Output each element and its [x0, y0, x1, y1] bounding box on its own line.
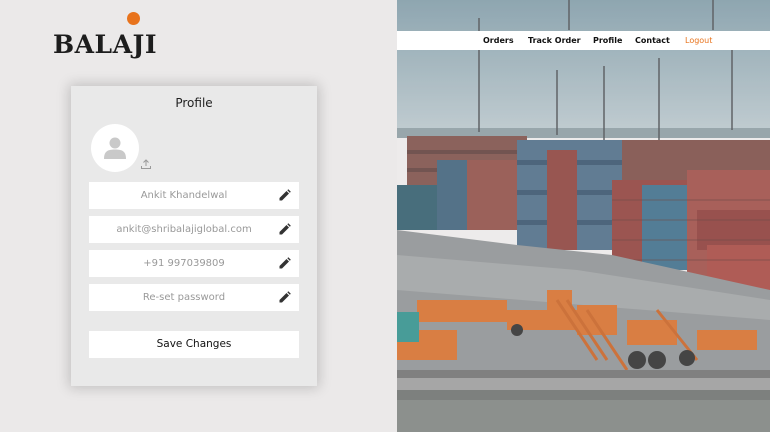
phone-value: +91 997039809 [143, 258, 225, 269]
nav-logout[interactable]: Logout [685, 31, 712, 50]
pencil-icon[interactable] [278, 223, 291, 236]
right-panel: Orders Track Order Profile Contact Logou… [397, 0, 770, 432]
upload-icon[interactable] [140, 158, 152, 170]
nav-contact[interactable]: Contact [635, 31, 670, 50]
user-icon [104, 137, 126, 159]
email-field[interactable]: ankit@shribalajiglobal.com [89, 216, 299, 243]
save-changes-button[interactable]: Save Changes [89, 331, 299, 358]
logo-dot [127, 12, 140, 25]
top-navbar: Orders Track Order Profile Contact Logou… [397, 31, 770, 50]
left-panel: BALAJI Profile Ankit Khandelwal ankit@sh… [0, 0, 397, 432]
name-value: Ankit Khandelwal [140, 190, 228, 201]
avatar[interactable] [91, 124, 139, 172]
nav-profile[interactable]: Profile [593, 31, 622, 50]
pencil-icon[interactable] [278, 291, 291, 304]
pencil-icon[interactable] [278, 189, 291, 202]
name-field[interactable]: Ankit Khandelwal [89, 182, 299, 209]
logo-text: BALAJI [53, 30, 158, 59]
brand-logo[interactable]: BALAJI [53, 12, 163, 64]
nav-track-order[interactable]: Track Order [528, 31, 581, 50]
nav-orders[interactable]: Orders [483, 31, 514, 50]
profile-title: Profile [175, 96, 213, 110]
password-value: Re-set password [142, 292, 226, 303]
phone-field[interactable]: +91 997039809 [89, 250, 299, 277]
profile-card: Profile Ankit Khandelwal ankit@shribalaj… [71, 86, 317, 386]
email-value: ankit@shribalajiglobal.com [116, 224, 252, 235]
pencil-icon[interactable] [278, 257, 291, 270]
password-field[interactable]: Re-set password [89, 284, 299, 311]
port-containers-photo [397, 0, 770, 432]
